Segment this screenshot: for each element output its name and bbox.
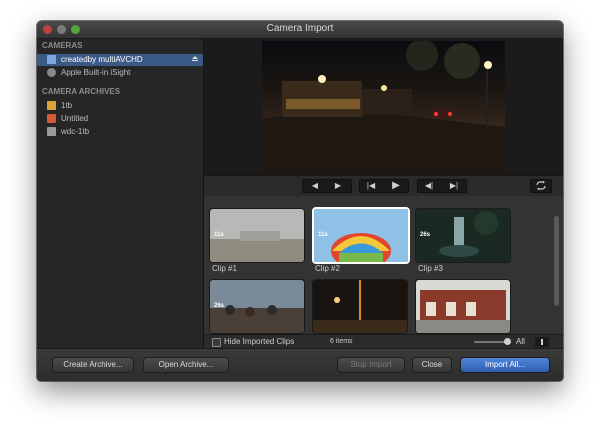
clip-name: Clip #2 [315,264,340,273]
loop-icon[interactable] [532,181,550,191]
footer-bar: Create Archive... Open Archive... Stop I… [37,348,563,381]
sidebar-item-archive-untitled[interactable]: Untitled [37,113,203,125]
sidebar-item-label: Untitled [61,114,89,123]
folder-icon [47,55,56,64]
clip-thumbnail-6[interactable] [415,279,511,334]
storefront-image [416,280,510,333]
zoom-slider-knob[interactable] [504,338,511,345]
foggy-landscape-image [210,209,304,262]
sidebar-item-label: wdc-1tb [61,127,90,136]
playback-controls: ◀ ▶ |◀ ▶ ◀| ▶| [204,175,563,197]
clip-appearance-button[interactable] [535,337,549,347]
clip-thumbnail-5[interactable] [312,279,408,334]
create-archive-button[interactable]: Create Archive... [53,358,133,372]
waterfall-image [416,209,510,262]
step-control-group: ◀ ▶ [302,179,352,193]
window-title: Camera Import [266,23,334,34]
hot-air-balloon-image [314,209,408,262]
cameras-header: CAMERAS [42,41,83,50]
clip-duration: 11s [318,232,328,238]
night-street-image [262,41,505,174]
sidebar-item-label: 1tb [61,101,73,110]
night-scene-image [313,280,407,333]
title-bar: Camera Import [37,21,563,39]
sidebar-item-archive-1tb[interactable]: 1tb [37,100,203,112]
sidebar-item-camera-multiavchd[interactable]: createdby multiAVCHD [37,54,203,66]
go-to-start-button[interactable]: ◀| [419,181,439,191]
clip-duration: 26s [420,232,431,238]
items-count: 6 items [330,338,353,345]
sidebar-item-camera-isight[interactable]: Apple Built-in iSight [37,67,203,79]
previous-frame-button[interactable]: ◀ [306,181,324,191]
clip-thumbnail-2[interactable]: 11s [312,207,410,264]
clip-thumbnail-3[interactable]: 26s [415,208,511,263]
close-button[interactable]: Close [413,358,451,372]
appearance-icon [541,339,543,345]
play-button[interactable]: ▶ [386,181,406,191]
clip-thumbnail-1[interactable]: 11s [209,208,305,263]
camera-icon [47,68,56,77]
viewer [204,39,563,175]
camera-import-window: Camera Import CAMERAS createdby multiAVC… [37,21,563,381]
clip-duration: 26s [214,303,225,309]
camera-archives-header: CAMERA ARCHIVES [42,87,121,96]
video-preview[interactable] [262,41,505,174]
next-frame-button[interactable]: ▶ [329,181,347,191]
vertical-scrollbar[interactable] [554,216,559,306]
sidebar: CAMERAS createdby multiAVCHD Apple Built… [37,39,204,349]
skip-control-group: ◀| ▶| [417,179,467,193]
play-control-group: |◀ ▶ [359,179,409,193]
clip-name: Clip #1 [212,264,237,273]
browser-status-bar: Hide Imported Clips 6 items All [204,334,563,349]
clip-browser: 11s Clip #1 11s Clip #2 26s Clip #3 26s … [204,196,563,349]
loop-control-group [530,179,552,193]
archive-drive-icon [47,101,56,110]
zoom-all-label: All [516,337,525,346]
go-to-end-button[interactable]: ▶| [444,181,464,191]
sidebar-item-label: createdby multiAVCHD [61,55,143,64]
open-archive-button[interactable]: Open Archive... [144,358,228,372]
clip-duration: 11s [214,232,224,238]
sidebar-item-label: Apple Built-in iSight [61,68,131,77]
stop-import-button[interactable]: Stop Import [338,358,404,372]
hide-imported-label: Hide Imported Clips [224,337,295,346]
clip-name: Clip #3 [418,264,443,273]
sidebar-item-archive-wdc[interactable]: wdc-1tb [37,126,203,138]
play-selection-button[interactable]: |◀ [361,181,381,191]
import-all-button[interactable]: Import All... [461,358,549,372]
home-drive-icon [47,114,56,123]
eject-icon[interactable] [192,56,198,63]
hide-imported-checkbox[interactable] [212,338,221,347]
disk-icon [47,127,56,136]
clip-thumbnail-4[interactable]: 26s [209,279,305,334]
crowd-street-image [210,280,304,333]
